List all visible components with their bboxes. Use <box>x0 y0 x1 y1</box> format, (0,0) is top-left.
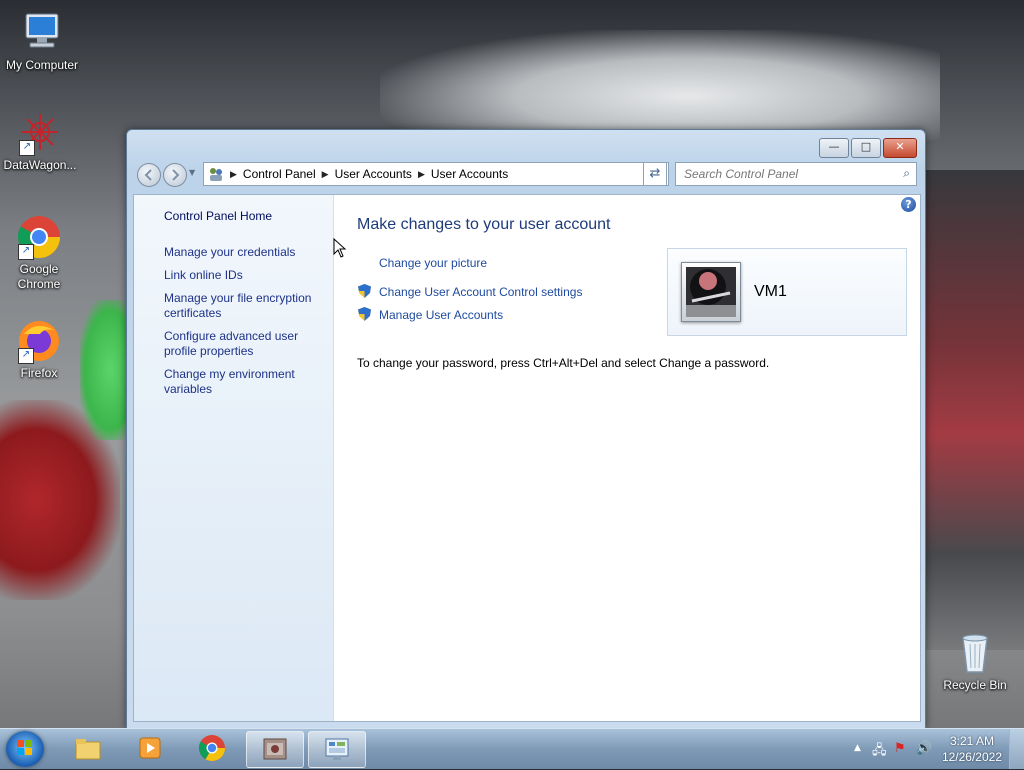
volume-icon[interactable]: 🔊 <box>916 741 932 756</box>
refresh-icon: ⇄ <box>649 166 661 181</box>
control-panel-icon <box>325 738 349 760</box>
arrow-left-icon <box>144 169 152 181</box>
action-center-flag-icon[interactable]: ⚑ <box>894 741 906 756</box>
recent-pages-chevron-icon[interactable]: ▼ <box>189 168 195 177</box>
desktop-icon-label: Firefox <box>20 366 58 380</box>
wallpaper-car-roof <box>380 30 940 140</box>
chrome-icon: ↗ <box>16 214 62 260</box>
back-button[interactable] <box>137 163 161 187</box>
shortcut-arrow-icon: ↗ <box>19 140 35 156</box>
datawagon-icon: ↗ <box>17 110 63 156</box>
taskbar-control-panel[interactable] <box>308 731 366 768</box>
nav-advanced-profile-properties[interactable]: Configure advanced user profile properti… <box>164 329 329 359</box>
forward-button[interactable] <box>163 163 187 187</box>
chrome-icon <box>198 735 226 762</box>
breadcrumb-separator-icon: ▶ <box>230 168 237 179</box>
nav-manage-credentials[interactable]: Manage your credentials <box>164 245 329 260</box>
breadcrumb-separator-icon: ▶ <box>417 168 425 179</box>
nav-file-encryption-certificates[interactable]: Manage your file encryption certificates <box>164 291 329 321</box>
content-area: Control Panel Home Manage your credentia… <box>133 194 921 722</box>
address-bar[interactable]: ▶ Control Panel ▶ User Accounts ▶ User A… <box>203 162 669 186</box>
clock-date: 12/26/2022 <box>941 750 1002 764</box>
breadcrumb-control-panel[interactable]: Control Panel <box>243 167 316 181</box>
taskbar-explorer[interactable] <box>60 731 116 766</box>
refresh-button[interactable]: ⇄ <box>643 162 667 186</box>
shortcut-arrow-icon: ↗ <box>18 244 34 260</box>
taskbar: ▲ 🖧 ⚑ 🔊 3:21 AM 12/26/2022 <box>0 728 1024 769</box>
navigation-bar: ▼ ▶ Control Panel ▶ User Accounts ▶ User… <box>135 162 917 188</box>
desktop-icon-label: Google Chrome <box>17 262 61 291</box>
windows-logo-icon <box>17 740 32 755</box>
left-navigation-pane: Control Panel Home Manage your credentia… <box>134 195 334 721</box>
taskbar-media-player[interactable] <box>122 731 178 766</box>
user-name: VM1 <box>754 283 787 300</box>
change-picture-link[interactable]: Change your picture <box>379 256 487 270</box>
help-icon[interactable]: ? <box>901 197 916 212</box>
mouse-cursor-icon <box>333 238 347 258</box>
desktop-icon-label: My Computer <box>5 58 79 72</box>
users-folder-icon <box>208 166 224 182</box>
application-icon <box>263 738 287 760</box>
desktop-icon-datawagon[interactable]: ↗ DataWagon... <box>0 110 82 173</box>
start-button[interactable] <box>6 731 44 767</box>
desktop-icon-my-computer[interactable]: My Computer <box>0 10 84 73</box>
password-note: To change your password, press Ctrl+Alt+… <box>357 356 770 370</box>
firefox-icon: ↗ <box>16 318 62 364</box>
user-picture[interactable] <box>681 262 741 322</box>
close-button[interactable]: ✕ <box>883 138 917 158</box>
arrow-right-icon <box>172 169 180 181</box>
taskbar-chrome[interactable] <box>184 731 240 766</box>
clock[interactable]: 3:21 AM 12/26/2022 <box>942 733 1002 765</box>
search-icon: ⌕ <box>903 166 910 180</box>
nav-environment-variables[interactable]: Change my environment variables <box>164 367 329 397</box>
recycle-bin-icon <box>952 630 998 676</box>
minimize-button[interactable]: — <box>819 138 849 158</box>
maximize-button[interactable]: □ <box>851 138 881 158</box>
uac-shield-icon <box>358 307 371 321</box>
nav-control-panel-home[interactable]: Control Panel Home <box>164 209 329 224</box>
breadcrumb-separator-icon: ▶ <box>321 168 329 179</box>
nav-link-online-ids[interactable]: Link online IDs <box>164 268 329 283</box>
uac-shield-icon <box>358 284 371 298</box>
user-account-card: VM1 <box>667 248 907 336</box>
computer-icon <box>19 10 65 56</box>
desktop-icon-label: Recycle Bin <box>943 678 1007 692</box>
control-panel-window: — □ ✕ ▼ ▶ Control Panel ▶ User Accounts … <box>126 129 926 729</box>
search-placeholder: Search Control Panel <box>684 167 799 181</box>
desktop-icon-firefox[interactable]: ↗ Firefox <box>0 318 81 381</box>
network-icon[interactable]: 🖧 <box>872 741 887 763</box>
breadcrumb-user-accounts-current[interactable]: User Accounts <box>431 167 508 181</box>
media-player-icon <box>139 737 161 759</box>
system-tray: ▲ 🖧 ⚑ 🔊 3:21 AM 12/26/2022 <box>834 729 1024 769</box>
folder-icon <box>75 739 101 760</box>
shortcut-arrow-icon: ↗ <box>18 348 34 364</box>
desktop-icon-label: DataWagon... <box>3 158 77 172</box>
page-title: Make changes to your user account <box>357 216 611 233</box>
manage-user-accounts-link[interactable]: Manage User Accounts <box>379 308 503 322</box>
desktop-icon-chrome[interactable]: ↗ Google Chrome <box>0 214 81 292</box>
change-uac-settings-link[interactable]: Change User Account Control settings <box>379 285 582 299</box>
clock-time: 3:21 AM <box>949 734 994 748</box>
show-hidden-icons-icon[interactable]: ▲ <box>854 743 861 753</box>
search-input[interactable]: Search Control Panel ⌕ <box>675 162 917 186</box>
show-desktop-button[interactable] <box>1009 729 1024 769</box>
taskbar-app-window[interactable] <box>246 731 304 768</box>
breadcrumb-user-accounts[interactable]: User Accounts <box>335 167 412 181</box>
turntable-avatar-icon <box>686 267 736 317</box>
wallpaper-right-building <box>924 170 1024 650</box>
desktop-icon-recycle-bin[interactable]: Recycle Bin <box>933 630 1017 693</box>
